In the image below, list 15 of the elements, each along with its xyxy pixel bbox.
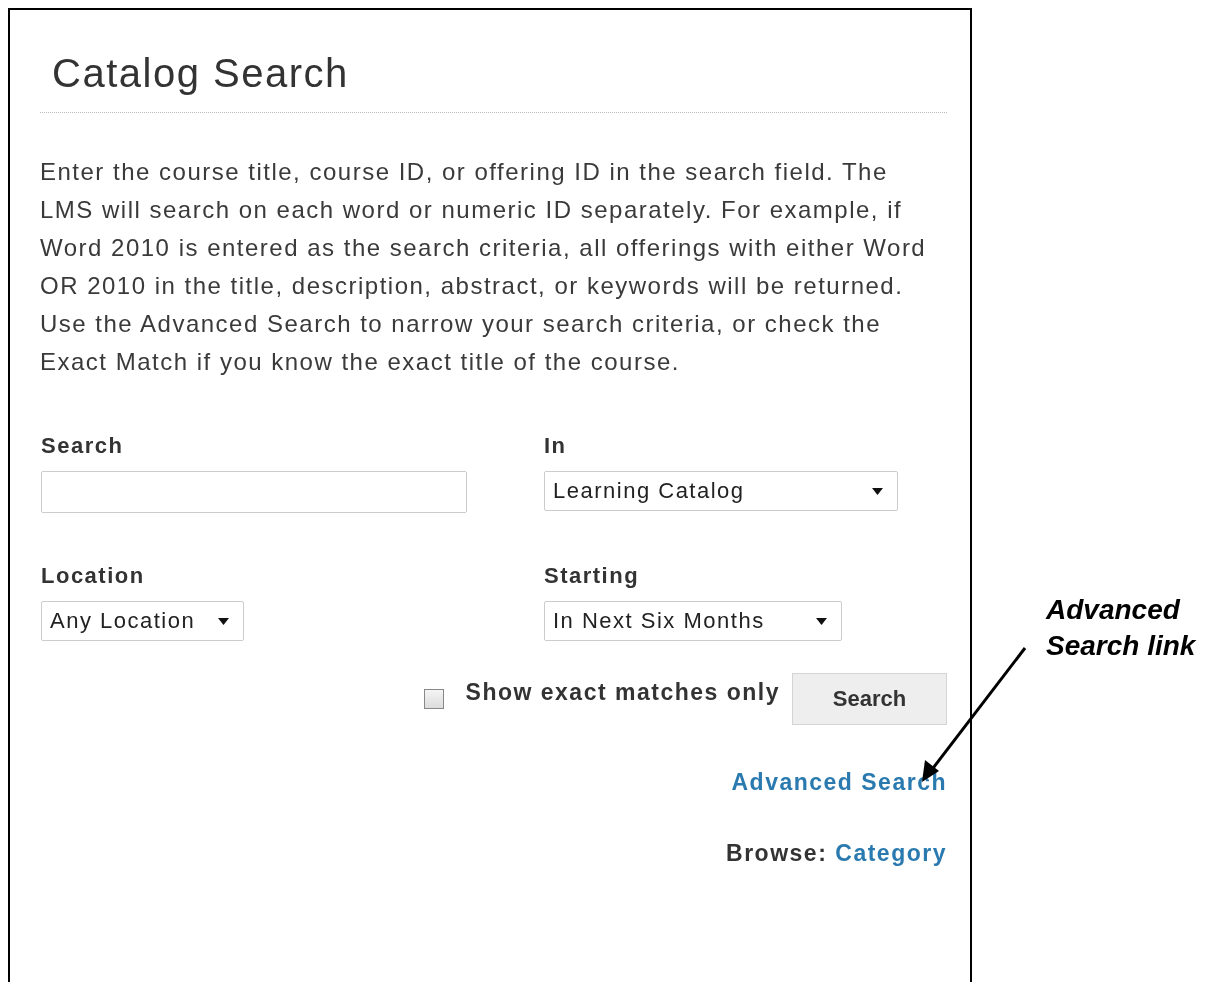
page-title: Catalog Search bbox=[40, 50, 947, 113]
field-label: Location bbox=[41, 563, 146, 589]
instructions-text: Enter the course title, course ID, or offering ID in the search field. The LMS will search on each word or numeric ID separately. For example, if Word 2010 is entered as the search criteria, all offerings with either Word OR 2010 in the title, description, abstract, or keywords will be returned. Use the Advanced Search to narrow your search criteria, or check the Exact Match if you know the exact title of the course. bbox=[40, 157, 928, 377]
checkbox-label: Show exact matches only bbox=[465, 678, 780, 706]
field-label: In bbox=[544, 433, 568, 459]
dropdown[interactable]: In Next Six Months bbox=[544, 601, 842, 641]
field-label: Search bbox=[41, 433, 125, 459]
field-label: Starting bbox=[544, 563, 641, 589]
dropdown[interactable]: Learning Catalog bbox=[544, 471, 898, 511]
browse-label: Browse: bbox=[726, 840, 828, 867]
category-link[interactable]: Category bbox=[835, 840, 947, 867]
search-button[interactable]: Search bbox=[792, 673, 947, 725]
dropdown[interactable]: Any Location bbox=[41, 601, 244, 641]
annotation-text: Advanced Search link bbox=[1046, 593, 1197, 663]
advanced-search-link[interactable]: Advanced Search bbox=[731, 769, 947, 796]
